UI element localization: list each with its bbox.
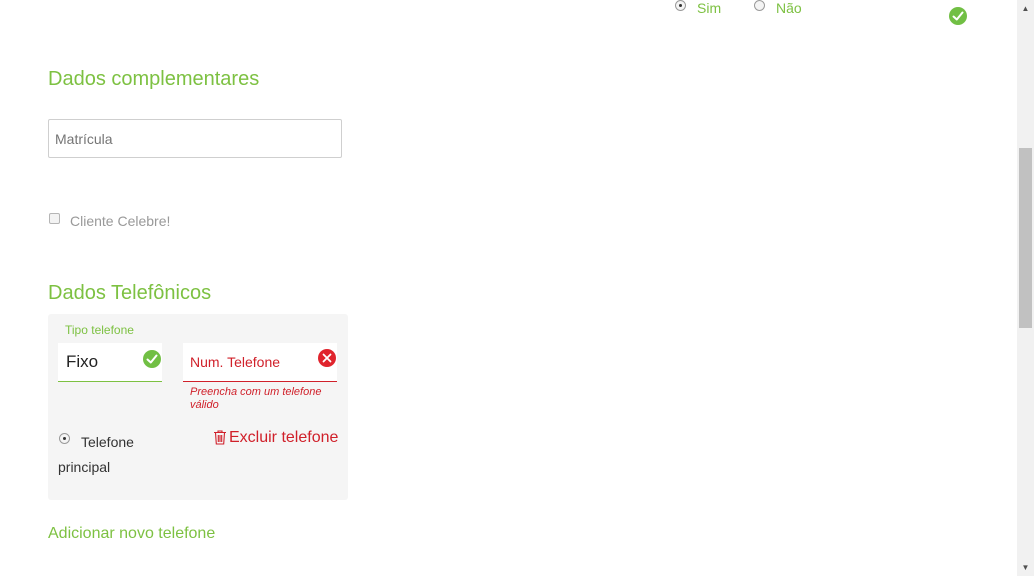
registration-input[interactable] bbox=[48, 119, 342, 158]
phone-number-input[interactable]: Num. Telefone bbox=[183, 343, 337, 382]
phone-number-error: Preencha com um telefone válido bbox=[190, 386, 322, 411]
section-title-phones: Dados Telefônicos bbox=[48, 282, 212, 304]
radio-sim-label: Sim bbox=[697, 0, 722, 16]
delete-phone-label: Excluir telefone bbox=[229, 429, 339, 446]
celebrity-label: Cliente Celebre! bbox=[70, 213, 171, 229]
scrollbar-thumb[interactable] bbox=[1019, 148, 1032, 328]
phone-card: Tipo telefone Fixo Num. Telefone Preench… bbox=[48, 314, 348, 500]
add-phone-link[interactable]: Adicionar novo telefone bbox=[48, 525, 215, 543]
phone-type-select[interactable]: Fixo bbox=[58, 343, 162, 382]
radio-sim[interactable] bbox=[675, 0, 686, 11]
valid-check-icon bbox=[143, 350, 161, 368]
trash-icon bbox=[214, 430, 226, 445]
phone-number-placeholder: Num. Telefone bbox=[190, 354, 281, 370]
scroll-up-arrow-icon[interactable]: ▲ bbox=[1017, 0, 1034, 17]
check-circle-icon bbox=[949, 7, 967, 25]
primary-phone-label: Telefone principal bbox=[58, 434, 134, 475]
celebrity-checkbox[interactable] bbox=[49, 213, 60, 224]
radio-nao[interactable] bbox=[754, 0, 765, 11]
error-x-icon bbox=[318, 349, 336, 367]
radio-nao-label: Não bbox=[776, 0, 802, 16]
section-title-complementary: Dados complementares bbox=[48, 68, 260, 90]
phone-type-value: Fixo bbox=[66, 352, 99, 371]
scroll-down-arrow-icon[interactable]: ▼ bbox=[1017, 559, 1034, 576]
phone-type-label: Tipo telefone bbox=[65, 323, 134, 337]
